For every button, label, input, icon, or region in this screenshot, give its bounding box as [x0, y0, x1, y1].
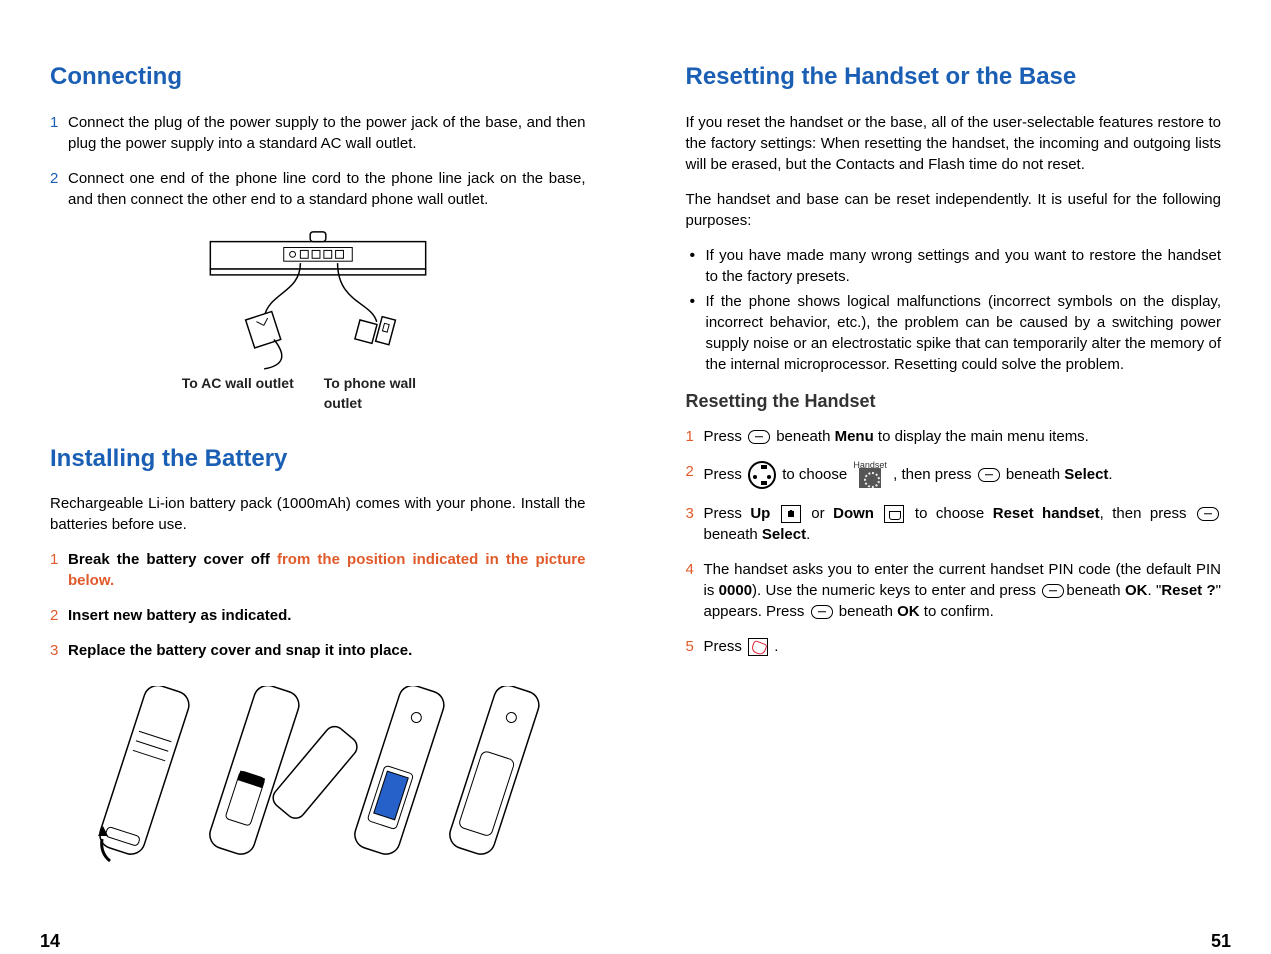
- reset-step-4: 4 The handset asks you to enter the curr…: [704, 559, 1222, 622]
- step-text: beneath: [1066, 582, 1125, 599]
- step-text: to choose: [915, 505, 993, 522]
- step-number: 5: [686, 636, 694, 657]
- page-number-left: 14: [40, 929, 60, 954]
- softkey-icon: [748, 430, 770, 444]
- step-text: Insert new battery as indicated.: [68, 607, 291, 624]
- step-text: or: [811, 505, 833, 522]
- page-left: Connecting 1 Connect the plug of the pow…: [50, 60, 586, 934]
- menu-label: Menu: [835, 428, 874, 445]
- reset-prompt: Reset ?: [1161, 582, 1215, 599]
- step-number: 1: [50, 112, 58, 133]
- subheading-reset-handset: Resetting the Handset: [686, 389, 1222, 414]
- reset-bullet-2: If the phone shows logical malfunctions …: [706, 291, 1222, 375]
- step-number: 1: [686, 426, 694, 447]
- step-text: , then press: [1100, 505, 1195, 522]
- figure-battery-install: [50, 681, 586, 891]
- reset-step-2: 2 Press to choose Handset , then press b…: [704, 461, 1222, 489]
- down-key-icon: [884, 505, 904, 523]
- page-number-right: 51: [1211, 929, 1231, 954]
- heading-connecting: Connecting: [50, 60, 586, 94]
- heading-installing-battery: Installing the Battery: [50, 442, 586, 476]
- softkey-icon: [978, 468, 1000, 482]
- page-right: Resetting the Handset or the Base If you…: [686, 60, 1222, 934]
- step-text: beneath: [1006, 466, 1064, 483]
- step-text: to choose: [782, 466, 851, 483]
- step-number: 2: [50, 168, 58, 189]
- step-number: 3: [50, 640, 58, 661]
- battery-step-1: 1 Break the battery cover off from the p…: [68, 549, 586, 591]
- softkey-icon: [1042, 584, 1064, 598]
- step-text: Replace the battery cover and snap it in…: [68, 642, 412, 659]
- ok-label: OK: [1125, 582, 1148, 599]
- step-text: . ": [1147, 582, 1161, 599]
- reset-para-1: If you reset the handset or the base, al…: [686, 112, 1222, 175]
- nav-wheel-icon: [748, 461, 776, 489]
- ok-label: OK: [897, 603, 920, 620]
- select-label: Select: [1064, 466, 1108, 483]
- hangup-key-icon: [748, 638, 768, 656]
- reset-handset-label: Reset handset: [993, 505, 1100, 522]
- step-number: 2: [686, 461, 694, 482]
- up-key-icon: [781, 505, 801, 523]
- softkey-icon: [811, 605, 833, 619]
- up-label: Up: [750, 505, 770, 522]
- step-text: beneath: [776, 428, 834, 445]
- figure-label-ac: To AC wall outlet: [182, 374, 294, 413]
- connecting-step-2: 2 Connect one end of the phone line cord…: [68, 168, 586, 210]
- step-text: .: [1108, 466, 1112, 483]
- step-text: Press: [704, 466, 747, 483]
- softkey-icon: [1197, 507, 1219, 521]
- step-text: beneath: [839, 603, 897, 620]
- reset-handset-steps: 1 Press beneath Menu to display the main…: [686, 426, 1222, 657]
- battery-diagram-icon: [88, 686, 548, 886]
- pin-value: 0000: [719, 582, 752, 599]
- reset-bullet-1: If you have made many wrong settings and…: [706, 245, 1222, 287]
- step-text: beneath: [704, 526, 762, 543]
- connecting-steps: 1 Connect the plug of the power supply t…: [50, 112, 586, 210]
- step-number: 1: [50, 549, 58, 570]
- figure-base-connection: To AC wall outlet To phone wall outlet: [50, 224, 586, 414]
- heading-resetting: Resetting the Handset or the Base: [686, 60, 1222, 94]
- battery-steps: 1 Break the battery cover off from the p…: [50, 549, 586, 661]
- step-number: 4: [686, 559, 694, 580]
- step-text-bold: Break the battery cover off: [68, 551, 277, 568]
- step-text: ). Use the numeric keys to enter and pre…: [752, 582, 1036, 599]
- battery-intro: Rechargeable Li-ion battery pack (1000mA…: [50, 493, 586, 535]
- step-text: Connect the plug of the power supply to …: [68, 114, 586, 152]
- step-text: to confirm.: [924, 603, 994, 620]
- select-label: Select: [762, 526, 806, 543]
- step-text: .: [774, 638, 778, 655]
- down-label: Down: [833, 505, 874, 522]
- handset-menu-icon: Handset: [853, 461, 887, 488]
- step-text: , then press: [893, 466, 976, 483]
- base-diagram-icon: [188, 224, 448, 371]
- step-text: Press: [704, 428, 747, 445]
- step-text: Press: [704, 638, 747, 655]
- reset-para-2: The handset and base can be reset indepe…: [686, 189, 1222, 231]
- step-text: Press: [704, 505, 751, 522]
- reset-step-5: 5 Press .: [704, 636, 1222, 657]
- connecting-step-1: 1 Connect the plug of the power supply t…: [68, 112, 586, 154]
- step-number: 2: [50, 605, 58, 626]
- reset-step-1: 1 Press beneath Menu to display the main…: [704, 426, 1222, 447]
- step-number: 3: [686, 503, 694, 524]
- battery-step-3: 3 Replace the battery cover and snap it …: [68, 640, 586, 661]
- step-text: .: [806, 526, 810, 543]
- battery-step-2: 2 Insert new battery as indicated.: [68, 605, 586, 626]
- figure-label-phone: To phone wall outlet: [324, 374, 454, 413]
- step-text: to display the main menu items.: [878, 428, 1089, 445]
- reset-bullets: If you have made many wrong settings and…: [686, 245, 1222, 375]
- reset-step-3: 3 Press Up or Down to choose Reset hands…: [704, 503, 1222, 545]
- step-text: Connect one end of the phone line cord t…: [68, 170, 586, 208]
